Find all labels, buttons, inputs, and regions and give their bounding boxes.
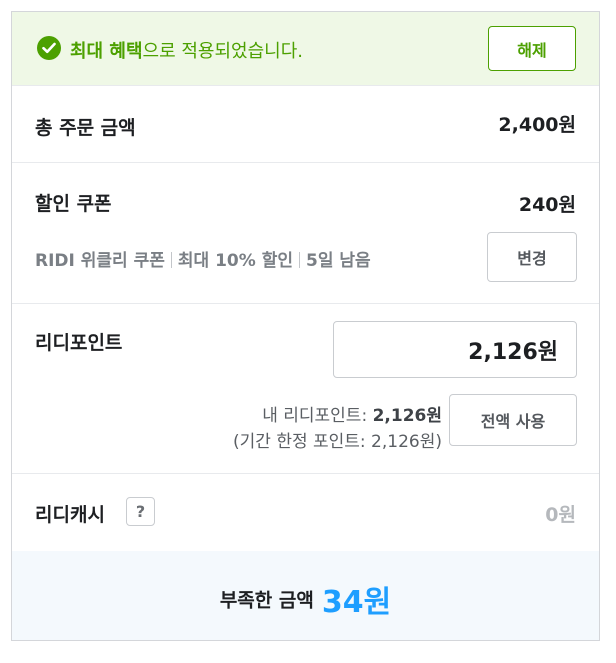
- check-circle-icon: [37, 36, 61, 60]
- coupon-remaining: 5일 남음: [305, 251, 371, 271]
- coupon-details: RIDI 위클리 쿠폰 최대 10% 할인 5일 남음: [35, 246, 371, 271]
- use-all-points-button[interactable]: 전액 사용: [449, 394, 577, 446]
- help-icon[interactable]: ?: [126, 497, 155, 526]
- shortage-summary: 부족한 금액 34원: [12, 551, 599, 640]
- ridi-cash-value: 0원: [545, 504, 576, 526]
- my-points-value: 2,126원: [372, 406, 442, 426]
- shortage-label: 부족한 금액: [219, 589, 314, 612]
- ridi-cash-label: 리디캐시: [35, 504, 105, 526]
- change-coupon-button[interactable]: 변경: [487, 232, 577, 282]
- coupon-label: 할인 쿠폰: [35, 193, 112, 215]
- total-order-row: 총 주문 금액 2,400원: [12, 86, 599, 163]
- total-order-label: 총 주문 금액: [35, 117, 136, 139]
- ridi-points-balance: 내 리디포인트: 2,126원 (기간 한정 포인트: 2,126원): [233, 403, 442, 455]
- payment-summary-panel: 최대 혜택으로 적용되었습니다. 해제 총 주문 금액 2,400원 할인 쿠폰…: [11, 11, 600, 641]
- coupon-name: RIDI 위클리 쿠폰: [35, 251, 165, 271]
- benefit-message-suffix: 으로 적용되었습니다.: [142, 41, 303, 62]
- coupon-value: 240원: [518, 194, 576, 216]
- benefit-banner: 최대 혜택으로 적용되었습니다. 해제: [12, 12, 599, 86]
- cancel-benefit-button[interactable]: 해제: [488, 26, 576, 71]
- coupon-row: 할인 쿠폰 240원 RIDI 위클리 쿠폰 최대 10% 할인 5일 남음 변경: [12, 163, 599, 304]
- shortage-amount: 34원: [321, 585, 392, 620]
- coupon-benefit: 최대 10% 할인: [177, 251, 293, 271]
- ridi-points-row: 리디포인트 내 리디포인트: 2,126원 (기간 한정 포인트: 2,126원…: [12, 304, 599, 474]
- divider: [298, 252, 300, 268]
- total-order-value: 2,400원: [498, 114, 576, 136]
- ridi-points-label: 리디포인트: [35, 332, 123, 354]
- benefit-highlight: 최대 혜택: [70, 41, 143, 62]
- ridi-cash-row: 리디캐시 ? 0원: [12, 474, 599, 551]
- shortage-line: 부족한 금액 34원: [12, 577, 599, 621]
- my-points-label: 내 리디포인트:: [262, 406, 373, 426]
- divider: [170, 252, 172, 268]
- ridi-points-input[interactable]: [333, 321, 577, 378]
- limited-points: (기간 한정 포인트: 2,126원): [233, 432, 442, 452]
- benefit-message: 최대 혜택으로 적용되었습니다.: [70, 37, 303, 63]
